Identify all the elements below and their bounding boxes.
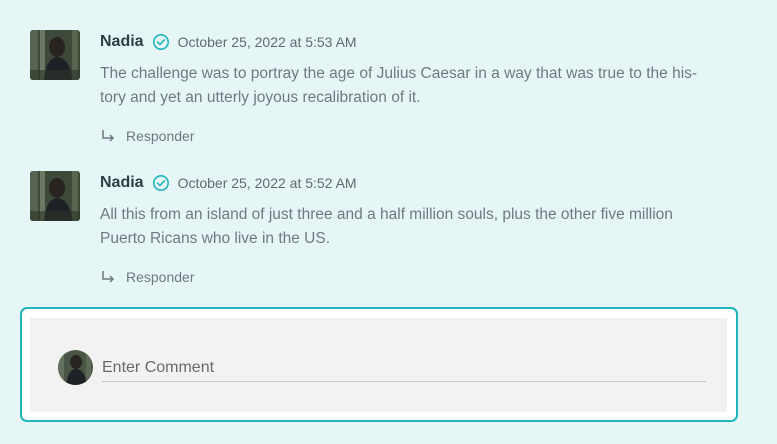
avatar — [58, 350, 93, 385]
reply-label: Responder — [126, 269, 195, 285]
avatar-image — [58, 350, 93, 385]
check-circle-icon — [152, 33, 170, 51]
comment-author[interactable]: Nadia — [100, 33, 144, 51]
avatar[interactable] — [30, 30, 80, 80]
reply-label: Responder — [126, 128, 195, 144]
comment-text: The challenge was to portray the age of … — [100, 65, 698, 106]
comment-meta: Nadia October 25, 2022 at 5:52 AM — [100, 173, 357, 193]
avatar[interactable] — [30, 171, 80, 221]
comment-text: All this from an island of just three an… — [100, 206, 673, 247]
comment-form — [20, 307, 738, 422]
comment-date[interactable]: October 25, 2022 at 5:53 AM — [178, 34, 357, 50]
avatar-image — [30, 30, 80, 80]
reply-arrow-icon — [100, 128, 116, 144]
reply-button[interactable]: Responder — [100, 126, 195, 146]
comment-form-inner — [30, 318, 727, 412]
reply-arrow-icon — [100, 269, 116, 285]
comment-author[interactable]: Nadia — [100, 174, 144, 192]
avatar-image — [30, 171, 80, 221]
comment-list: Nadia October 25, 2022 at 5:53 AM The ch… — [0, 0, 777, 444]
comment-input[interactable] — [102, 355, 706, 382]
comment-date[interactable]: October 25, 2022 at 5:52 AM — [178, 175, 357, 191]
check-circle-icon — [152, 174, 170, 192]
reply-button[interactable]: Responder — [100, 267, 195, 287]
comment-meta: Nadia October 25, 2022 at 5:53 AM — [100, 32, 357, 52]
